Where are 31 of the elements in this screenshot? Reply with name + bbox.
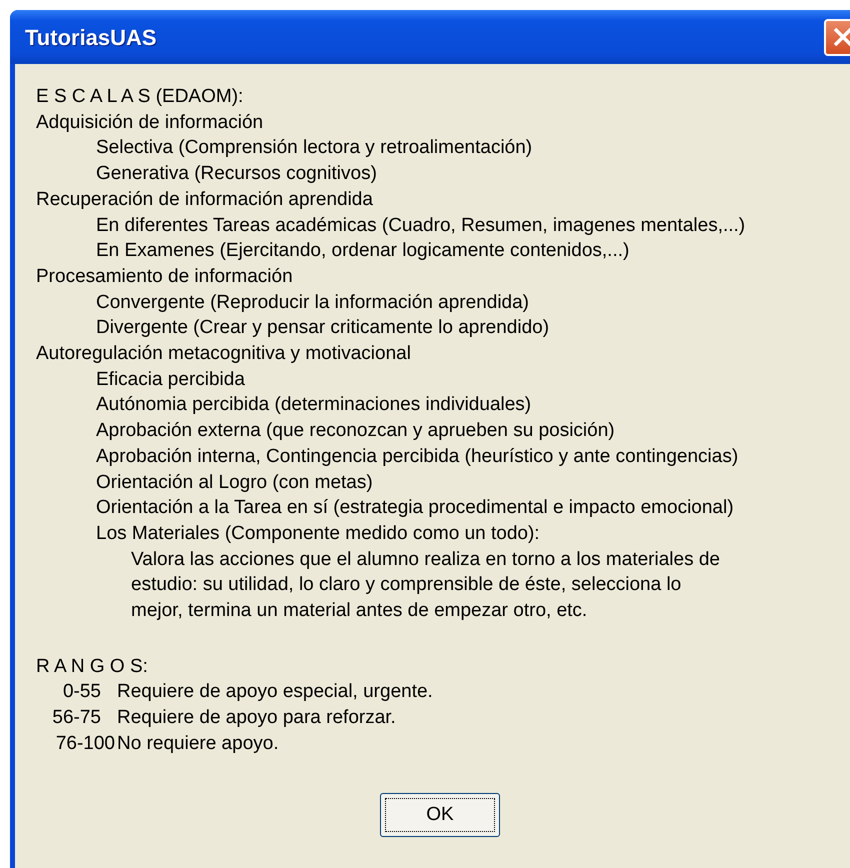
window-title: TutoriasUAS xyxy=(25,24,157,52)
scale-category: Autoregulación metacognitiva y motivacional xyxy=(36,342,412,366)
scale-item: Aprobación interna, Contingencia percibida (heurístico y ante contingencias) xyxy=(95,444,740,469)
range-description: Requiere de apoyo para reforzar. xyxy=(117,706,396,730)
range-value: 0-55 xyxy=(62,680,102,704)
range-value: 76-100 xyxy=(54,732,116,756)
scale-category: Procesamiento de información xyxy=(36,264,294,289)
ranges-heading: R A N G O S: xyxy=(36,654,149,679)
range-value: 56-75 xyxy=(51,706,102,730)
scale-category: Recuperación de información aprendida xyxy=(36,188,374,212)
scale-description-line: estudio: su utilidad, lo claro y comprensible de éste, selecciona lo xyxy=(130,573,682,598)
scales-heading: E S C A L A S (EDAOM): xyxy=(36,85,244,109)
scale-item: Autónomia percibida (determinaciones individuales) xyxy=(95,393,532,418)
range-description: No requiere apoyo. xyxy=(117,732,279,756)
scale-item: En diferentes Tareas académicas (Cuadro, Resumen, imagenes mentales,...) xyxy=(95,214,746,238)
range-description: Requiere de apoyo especial, urgente. xyxy=(117,680,433,704)
close-icon xyxy=(832,26,850,48)
scale-item: Orientación a la Tarea en sí (estrategia procedimental e impacto emocional) xyxy=(95,496,735,520)
scale-category: Adquisición de información xyxy=(36,110,264,135)
scale-description-line: Valora las acciones que el alumno realiza en torno a los materiales de xyxy=(130,548,721,572)
scale-item: Aprobación externa (que reconozcan y aprueben su posición) xyxy=(95,419,616,444)
scale-item: Generativa (Recursos cognitivos) xyxy=(95,162,378,186)
ok-button[interactable]: OK xyxy=(380,792,500,837)
scale-item: En Examenes (Ejercitando, ordenar logicamente contenidos,...) xyxy=(95,239,630,264)
scale-item: Convergente (Reproducir la información aprendida) xyxy=(95,290,530,315)
scale-item: Selectiva (Comprensión lectora y retroalimentación) xyxy=(95,136,534,160)
scale-description-line: mejor, termina un material antes de empezar otro, etc. xyxy=(130,599,588,624)
scale-item: Eficacia percibida xyxy=(95,368,246,392)
scale-item: Divergente (Crear y pensar criticamente lo aprendido) xyxy=(95,316,550,340)
scale-item: Los Materiales (Componente medido como un todo): xyxy=(95,522,541,546)
scale-item: Orientación al Logro (con metas) xyxy=(95,470,374,495)
